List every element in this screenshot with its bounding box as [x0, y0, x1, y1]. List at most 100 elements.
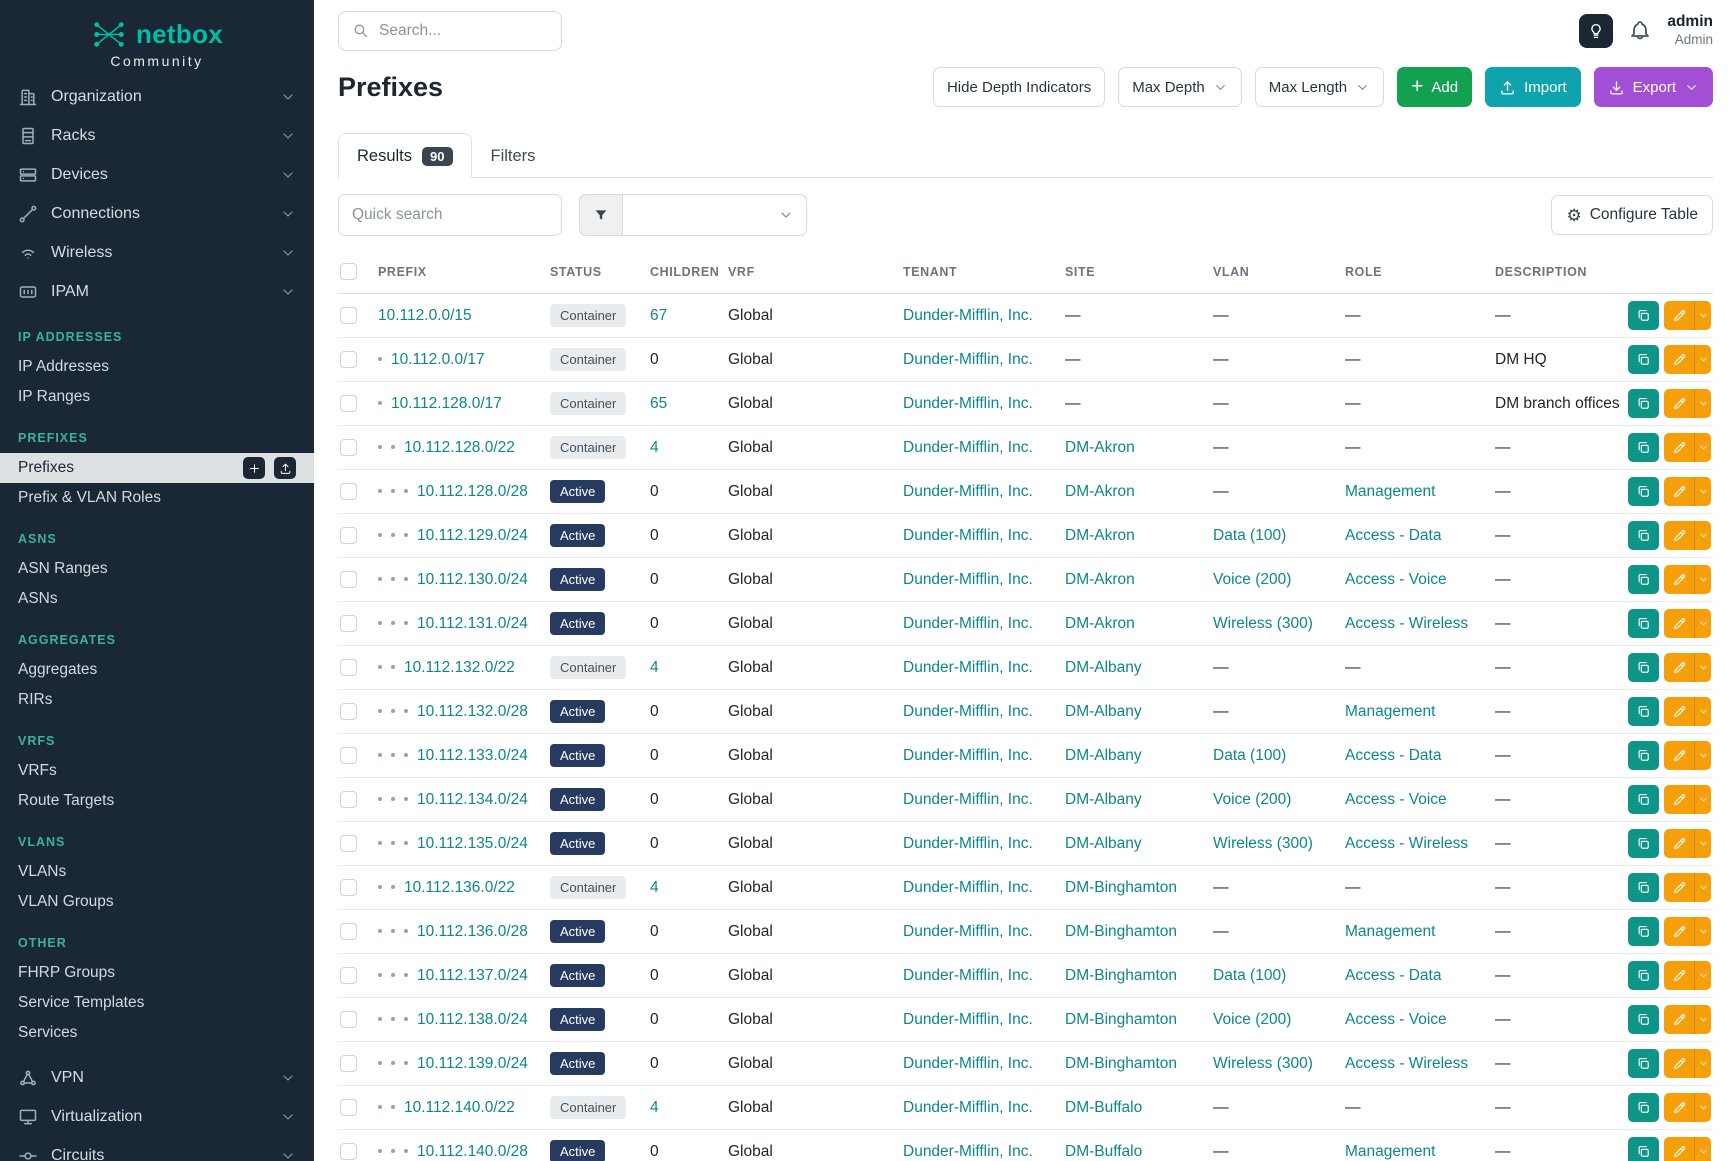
- sidebar-item-fhrp-groups[interactable]: FHRP Groups: [0, 958, 314, 988]
- row-checkbox[interactable]: [340, 879, 357, 896]
- row-checkbox[interactable]: [340, 1011, 357, 1028]
- prefix-link[interactable]: 10.112.130.0/24: [417, 571, 528, 588]
- site-link[interactable]: DM-Albany: [1065, 659, 1142, 676]
- prefix-link[interactable]: 10.112.128.0/28: [417, 483, 528, 500]
- tenant-link[interactable]: Dunder-Mifflin, Inc.: [903, 1055, 1033, 1072]
- role-link[interactable]: Management: [1345, 703, 1435, 720]
- tenant-link[interactable]: Dunder-Mifflin, Inc.: [903, 395, 1033, 412]
- row-checkbox[interactable]: [340, 351, 357, 368]
- role-link[interactable]: Access - Data: [1345, 967, 1441, 984]
- edit-dropdown-button[interactable]: [1694, 697, 1711, 726]
- sidebar-item-service-templates[interactable]: Service Templates: [0, 988, 314, 1018]
- vlan-link[interactable]: Data (100): [1213, 967, 1286, 984]
- sidebar-item-rirs[interactable]: RIRs: [0, 685, 314, 715]
- site-link[interactable]: DM-Buffalo: [1065, 1143, 1142, 1160]
- tenant-link[interactable]: Dunder-Mifflin, Inc.: [903, 967, 1033, 984]
- site-link[interactable]: DM-Binghamton: [1065, 1011, 1177, 1028]
- role-link[interactable]: Management: [1345, 483, 1435, 500]
- clone-button[interactable]: [1628, 1093, 1659, 1122]
- vlan-link[interactable]: Data (100): [1213, 747, 1286, 764]
- prefix-link[interactable]: 10.112.139.0/24: [417, 1055, 528, 1072]
- site-link[interactable]: DM-Binghamton: [1065, 923, 1177, 940]
- quick-add-button[interactable]: [243, 457, 265, 479]
- edit-button[interactable]: [1664, 653, 1694, 682]
- row-checkbox[interactable]: [340, 923, 357, 940]
- bell-icon[interactable]: [1628, 19, 1652, 43]
- logo[interactable]: netbox Community: [0, 0, 314, 75]
- row-checkbox[interactable]: [340, 967, 357, 984]
- sidebar-item-connections[interactable]: Connections: [0, 194, 314, 233]
- sidebar-item-route-targets[interactable]: Route Targets: [0, 786, 314, 816]
- row-checkbox[interactable]: [340, 615, 357, 632]
- prefix-link[interactable]: 10.112.140.0/28: [417, 1143, 528, 1160]
- clone-button[interactable]: [1628, 477, 1659, 506]
- column-header-site[interactable]: SITE: [1065, 250, 1213, 294]
- role-link[interactable]: Access - Voice: [1345, 571, 1447, 588]
- prefix-link[interactable]: 10.112.131.0/24: [417, 615, 528, 632]
- sidebar-item-circuits[interactable]: Circuits: [0, 1136, 314, 1161]
- row-checkbox[interactable]: [340, 747, 357, 764]
- edit-dropdown-button[interactable]: [1694, 609, 1711, 638]
- prefix-link[interactable]: 10.112.136.0/22: [404, 879, 515, 896]
- column-header-prefix[interactable]: PREFIX: [378, 250, 550, 294]
- prefix-link[interactable]: 10.112.132.0/22: [404, 659, 515, 676]
- column-header-role[interactable]: ROLE: [1345, 250, 1495, 294]
- export-button[interactable]: Export: [1594, 67, 1713, 107]
- edit-button[interactable]: [1664, 829, 1694, 858]
- saved-filter-select[interactable]: [623, 194, 807, 236]
- tenant-link[interactable]: Dunder-Mifflin, Inc.: [903, 351, 1033, 368]
- vlan-link[interactable]: Wireless (300): [1213, 615, 1313, 632]
- import-button[interactable]: Import: [1485, 67, 1581, 107]
- tenant-link[interactable]: Dunder-Mifflin, Inc.: [903, 747, 1033, 764]
- clone-button[interactable]: [1628, 521, 1659, 550]
- vlan-link[interactable]: Data (100): [1213, 527, 1286, 544]
- site-link[interactable]: DM-Albany: [1065, 703, 1142, 720]
- sidebar-item-wireless[interactable]: Wireless: [0, 233, 314, 272]
- edit-dropdown-button[interactable]: [1694, 873, 1711, 902]
- tenant-link[interactable]: Dunder-Mifflin, Inc.: [903, 439, 1033, 456]
- edit-button[interactable]: [1664, 433, 1694, 462]
- edit-dropdown-button[interactable]: [1694, 961, 1711, 990]
- tenant-link[interactable]: Dunder-Mifflin, Inc.: [903, 835, 1033, 852]
- site-link[interactable]: DM-Binghamton: [1065, 879, 1177, 896]
- tab-results[interactable]: Results 90: [338, 133, 472, 178]
- edit-button[interactable]: [1664, 565, 1694, 594]
- sidebar-item-ipam[interactable]: IPAM: [0, 272, 314, 311]
- role-link[interactable]: Access - Voice: [1345, 791, 1447, 808]
- row-checkbox[interactable]: [340, 791, 357, 808]
- clone-button[interactable]: [1628, 433, 1659, 462]
- tab-filters[interactable]: Filters: [472, 133, 555, 178]
- edit-button[interactable]: [1664, 1049, 1694, 1078]
- add-button[interactable]: + Add: [1397, 67, 1472, 107]
- vlan-link[interactable]: Voice (200): [1213, 791, 1291, 808]
- edit-dropdown-button[interactable]: [1694, 653, 1711, 682]
- tenant-link[interactable]: Dunder-Mifflin, Inc.: [903, 1011, 1033, 1028]
- site-link[interactable]: DM-Akron: [1065, 615, 1135, 632]
- clone-button[interactable]: [1628, 345, 1659, 374]
- edit-dropdown-button[interactable]: [1694, 1093, 1711, 1122]
- children-link[interactable]: 67: [650, 307, 667, 324]
- children-link[interactable]: 4: [650, 879, 659, 896]
- role-link[interactable]: Access - Wireless: [1345, 615, 1468, 632]
- edit-button[interactable]: [1664, 873, 1694, 902]
- clone-button[interactable]: [1628, 653, 1659, 682]
- edit-button[interactable]: [1664, 741, 1694, 770]
- role-link[interactable]: Access - Data: [1345, 527, 1441, 544]
- edit-button[interactable]: [1664, 477, 1694, 506]
- quick-search-input[interactable]: [338, 194, 562, 236]
- clone-button[interactable]: [1628, 1049, 1659, 1078]
- prefix-link[interactable]: 10.112.128.0/22: [404, 439, 515, 456]
- user-menu[interactable]: admin Admin: [1667, 12, 1713, 48]
- clone-button[interactable]: [1628, 565, 1659, 594]
- sidebar-item-devices[interactable]: Devices: [0, 155, 314, 194]
- edit-dropdown-button[interactable]: [1694, 345, 1711, 374]
- prefix-link[interactable]: 10.112.129.0/24: [417, 527, 528, 544]
- vlan-link[interactable]: Voice (200): [1213, 1011, 1291, 1028]
- edit-button[interactable]: [1664, 1093, 1694, 1122]
- sidebar-item-ip-ranges[interactable]: IP Ranges: [0, 382, 314, 412]
- prefix-link[interactable]: 10.112.133.0/24: [417, 747, 528, 764]
- prefix-link[interactable]: 10.112.136.0/28: [417, 923, 528, 940]
- edit-dropdown-button[interactable]: [1694, 389, 1711, 418]
- site-link[interactable]: DM-Binghamton: [1065, 1055, 1177, 1072]
- row-checkbox[interactable]: [340, 571, 357, 588]
